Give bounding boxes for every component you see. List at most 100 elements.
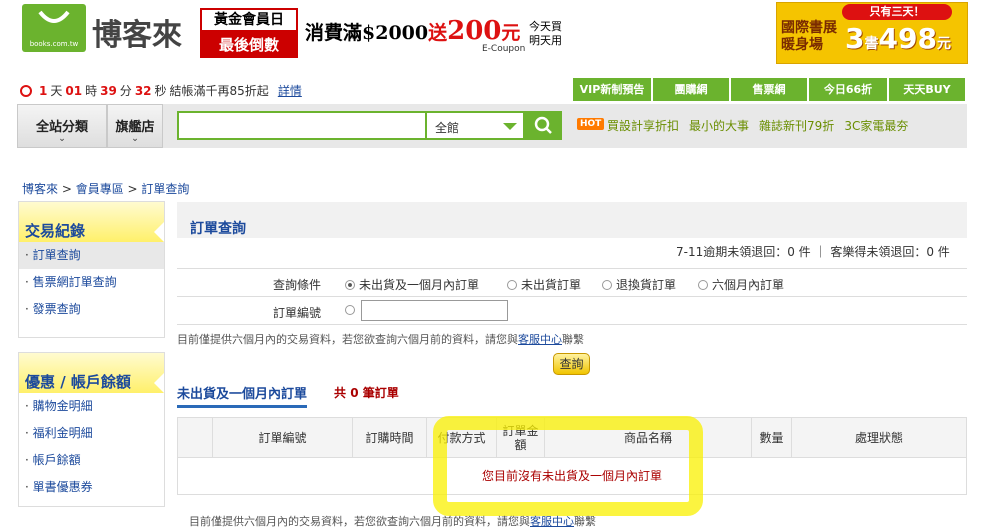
topnav-daily-buy[interactable]: 天天BUY (889, 78, 965, 101)
breadcrumb: 博客來 > 會員專區 > 訂單查詢 (22, 182, 190, 196)
hot-link[interactable]: 雜誌新刊79折 (759, 117, 834, 134)
chevron-down-icon: ⌄ (58, 134, 66, 144)
countdown-text: 結帳滿千再85折起 (169, 84, 269, 98)
sidebar-item-order-query[interactable]: · 訂單查詢 (19, 242, 164, 269)
order-number-input[interactable] (361, 300, 508, 321)
sidebar-item-label[interactable]: 售票網訂單查詢 (33, 275, 117, 289)
topnav-today-deal[interactable]: 今日66折 (809, 78, 887, 101)
hot-link[interactable]: 最小的大事 (689, 117, 749, 134)
unclaimed-stats: 7-11逾期未領退回：0 件 ｜ 客樂得未領退回：0 件 (676, 245, 950, 259)
radio-option-recent[interactable]: 未出貨及一個月內訂單 (345, 276, 479, 293)
promo-today-line2: 明天用 (529, 34, 562, 47)
column-header-status: 處理狀態 (791, 418, 966, 458)
section-title: 未出貨及一個月內訂單 (177, 383, 308, 408)
book-fair-line1: 國際書展 (781, 20, 837, 36)
search-input[interactable] (177, 111, 425, 140)
flagship-button[interactable]: 旗艦店 ⌄ (107, 104, 163, 148)
sidebar-transactions-title: 交易紀錄 (19, 202, 164, 242)
countdown-details-link[interactable]: 詳情 (278, 82, 302, 99)
category-button[interactable]: 全站分類 ⌄ (17, 104, 107, 148)
countdown-seconds-label: 秒 (154, 84, 167, 98)
radio-icon[interactable] (602, 280, 612, 290)
radio-option-six-months[interactable]: 六個月內訂單 (698, 276, 784, 293)
order-count: 共 0 筆訂單 (334, 384, 399, 401)
promo-gold-member-day[interactable]: 黃金會員日 (200, 8, 298, 32)
sidebar-item-account-balance[interactable]: · 帳戶餘額 (19, 447, 164, 474)
promo-today-line1: 今天買 (529, 20, 562, 33)
clock-icon (20, 84, 32, 97)
radio-option-label: 退換貨訂單 (616, 278, 677, 292)
radio-option-returns[interactable]: 退換貨訂單 (602, 276, 676, 293)
flagship-button-label: 旗艦店 (115, 120, 155, 135)
sidebar-item-label[interactable]: 福利金明細 (33, 426, 93, 440)
sidebar-offers-title-text: 優惠 / 帳戶餘額 (25, 373, 131, 391)
countdown-days: 1 (39, 83, 48, 98)
sidebar-item-label[interactable]: 帳戶餘額 (33, 453, 81, 467)
sale-countdown: 1天 01 時 39 分 32 秒 結帳滿千再85折起 詳情 (20, 82, 302, 99)
promo-coupon-prefix: 消費滿$2000 (305, 22, 429, 44)
sidebar-item-invoices[interactable]: · 發票查詢 (19, 296, 164, 323)
hot-link[interactable]: 買設計享折扣 (607, 117, 679, 134)
search-scope-value: 全館 (435, 121, 460, 135)
book-fair-line2: 暖身場 (781, 37, 823, 53)
promo-today-text: 今天買 明天用 (529, 20, 562, 48)
promo-coupon-unit: 元 (501, 22, 521, 44)
search-icon (534, 116, 552, 134)
query-condition-label: 查詢條件 (273, 278, 322, 292)
promo-coupon-banner[interactable]: 消費滿$2000送200元 (305, 16, 520, 46)
order-count-value: 0 (350, 386, 359, 400)
order-number-row: 訂單編號 (177, 296, 967, 325)
search-scope-select[interactable]: 全館 (425, 111, 525, 140)
sidebar-item-welfare-credit[interactable]: · 福利金明細 (19, 420, 164, 447)
sidebar-item-label[interactable]: 發票查詢 (33, 302, 81, 316)
radio-icon[interactable] (507, 280, 517, 290)
notice-body: 目前僅提供六個月內的交易資料，若您欲查詢六個月前的資料，請您與 (177, 333, 518, 346)
main-title-bar (177, 202, 967, 238)
hot-links: 買設計享折扣 最小的大事 雜誌新刊79折 3C家電最夯 (607, 117, 908, 134)
radio-option-unshipped[interactable]: 未出貨訂單 (507, 276, 581, 293)
countdown-minutes: 39 (100, 83, 117, 98)
breadcrumb-home[interactable]: 博客來 (22, 182, 58, 196)
topnav-vip[interactable]: VIP新制預告 (573, 78, 651, 101)
book-fair-books: 書 (864, 36, 879, 52)
book-fair-yuan: 元 (936, 36, 951, 52)
radio-selected-icon[interactable] (345, 280, 355, 290)
customer-service-link[interactable]: 客服中心 (530, 515, 574, 528)
sidebar-item-label[interactable]: 單書優惠券 (33, 480, 93, 494)
notice-text: 目前僅提供六個月內的交易資料，若您欲查詢六個月前的資料，請您與客服中心聯繫 (177, 331, 584, 347)
hot-link[interactable]: 3C家電最夯 (844, 117, 908, 134)
query-button[interactable]: 查詢 (553, 353, 590, 375)
sidebar-item-ticket-orders[interactable]: · 售票網訂單查詢 (19, 269, 164, 296)
sidebar-item-label[interactable]: 購物金明細 (33, 399, 93, 413)
column-header-quantity: 數量 (751, 418, 791, 458)
sidebar-transactions-title-text: 交易紀錄 (25, 222, 86, 240)
customer-service-link[interactable]: 客服中心 (518, 333, 562, 346)
sidebar-item-shopping-credit[interactable]: · 購物金明細 (19, 393, 164, 420)
search-button[interactable] (525, 111, 562, 140)
radio-option-order-number[interactable] (345, 303, 359, 317)
book-fair-title: 國際書展 暖身場 (781, 20, 837, 54)
book-fair-offer: 3書498元 (845, 22, 951, 55)
notice-tail: 聯繫 (562, 333, 584, 346)
radio-option-label: 未出貨及一個月內訂單 (359, 278, 480, 292)
radio-icon[interactable] (345, 305, 355, 315)
page-title: 訂單查詢 (190, 221, 246, 237)
sidebar-item-coupons[interactable]: · 單書優惠券 (19, 474, 164, 501)
sidebar-item-label[interactable]: 訂單查詢 (33, 248, 81, 262)
topnav-tickets[interactable]: 售票網 (731, 78, 807, 101)
promo-final-countdown[interactable]: 最後倒數 (200, 32, 298, 58)
breadcrumb-orders[interactable]: 訂單查詢 (141, 182, 189, 196)
topnav-group-buy[interactable]: 團購網 (653, 78, 729, 101)
notice-text-bottom: 目前僅提供六個月內的交易資料，若您欲查詢六個月前的資料，請您與客服中心聯繫 (189, 513, 596, 529)
order-count-suffix: 筆訂單 (362, 386, 399, 400)
logo-text: 博客來 (92, 18, 182, 53)
countdown-days-label: 天 (50, 84, 63, 98)
radio-icon[interactable] (698, 280, 708, 290)
column-header-select (178, 418, 212, 458)
book-fair-badge: 只有三天！ (842, 4, 952, 20)
countdown-seconds: 32 (134, 83, 152, 98)
radio-option-label: 六個月內訂單 (712, 278, 785, 292)
logo[interactable]: books.com.tw (22, 4, 86, 52)
top-navigation: VIP新制預告 團購網 售票網 今日66折 天天BUY (573, 78, 965, 101)
breadcrumb-member[interactable]: 會員專區 (76, 182, 124, 196)
